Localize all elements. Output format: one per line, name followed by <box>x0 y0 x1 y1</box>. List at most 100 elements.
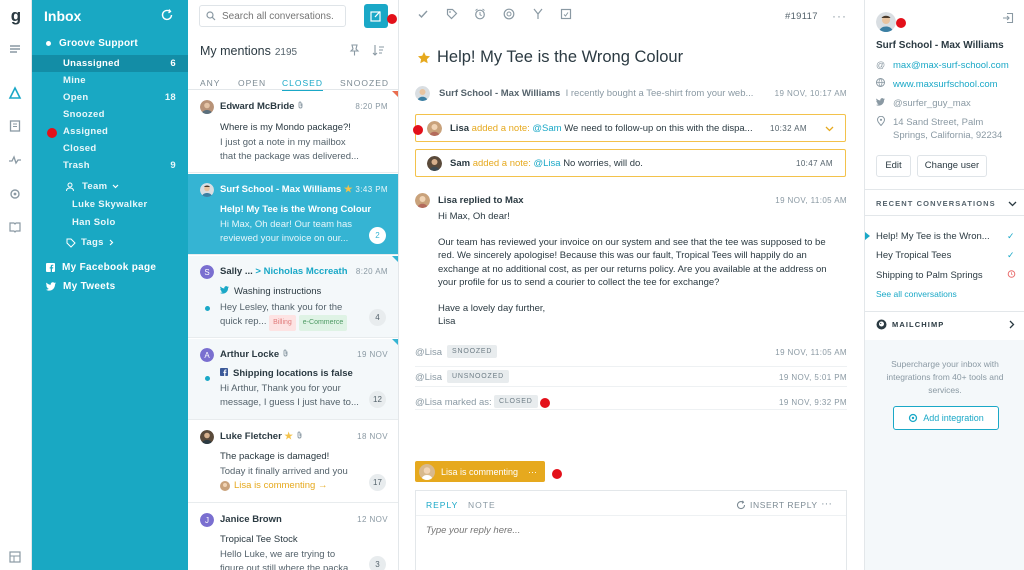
more-options-icon[interactable]: ··· <box>832 9 847 23</box>
sidebar-item-team-member[interactable]: Luke Skywalker <box>72 199 148 210</box>
reply-input[interactable] <box>426 525 826 555</box>
closed-check-icon: ✓ <box>1007 231 1015 241</box>
assign-target-icon[interactable] <box>503 8 517 22</box>
customer-address: 14 Sand Street, Palm Springs, California,… <box>893 117 1003 141</box>
sidebar-item-count: 18 <box>164 92 176 103</box>
avatar <box>876 12 896 32</box>
pin-icon[interactable] <box>349 44 363 58</box>
search-box[interactable] <box>199 5 346 27</box>
sidebar-item-team-member[interactable]: Han Solo <box>72 217 116 228</box>
settings-gear-icon[interactable] <box>8 187 24 203</box>
avatar <box>200 100 214 114</box>
change-user-button[interactable]: Change user <box>917 155 987 177</box>
sidebar-tweets-link[interactable]: My Tweets <box>46 281 116 292</box>
conversation-item[interactable]: Edward McBride 8:20 PM Where is my Mondo… <box>188 91 398 173</box>
customer-twitter-row: @surfer_guy_max <box>876 97 971 110</box>
star-icon: ★ <box>284 431 293 442</box>
conversation-subject: Help! My Tee is the Wrong Colour <box>220 204 372 215</box>
edit-customer-button[interactable]: Edit <box>876 155 911 177</box>
add-integration-label: Add integration <box>923 413 984 423</box>
sidebar-item-snoozed[interactable]: Snoozed <box>32 106 188 123</box>
knowledge-base-icon[interactable] <box>8 119 24 135</box>
groove-logo-icon[interactable]: g <box>7 6 25 26</box>
customer-website[interactable]: www.maxsurfschool.com <box>893 78 998 91</box>
conversation-item[interactable]: A Arthur Locke 19 NOV Shipping locations… <box>188 339 398 420</box>
tab-note[interactable]: NOTE <box>468 500 496 510</box>
conversation-item[interactable]: Luke Fletcher ★ 18 NOV The package is da… <box>188 421 398 503</box>
status-badge: UNSNOOZED <box>447 370 509 383</box>
collapsed-message[interactable]: Surf School - Max Williams I recently bo… <box>415 86 847 102</box>
annotation-marker <box>552 469 562 479</box>
gear-icon <box>909 413 918 423</box>
mailchimp-integration-header[interactable]: MAILCHIMP <box>876 319 944 330</box>
close-ticket-check-icon[interactable] <box>417 8 431 22</box>
note-item[interactable]: Lisa added a note: @Sam We need to follo… <box>415 114 846 142</box>
more-options-icon[interactable]: ··· <box>821 498 832 510</box>
sign-out-icon[interactable] <box>1002 12 1015 25</box>
customer-email[interactable]: max@max-surf-school.com <box>893 59 1009 72</box>
search-input[interactable] <box>222 10 334 22</box>
divider <box>865 215 1024 216</box>
compose-button[interactable] <box>364 4 388 28</box>
menu-icon[interactable] <box>8 42 24 58</box>
recent-conversation-item[interactable]: Help! My Tee is the Wron... <box>876 231 1004 242</box>
tag-ecommerce[interactable]: e-Commerce <box>298 315 348 331</box>
sidebar-team-toggle[interactable]: Team <box>66 181 119 192</box>
conversation-item-selected[interactable]: Surf School - Max Williams ★ 3:43 PM Hel… <box>188 174 398 255</box>
mailbox-group[interactable]: Groove Support <box>46 38 138 49</box>
inbox-nav-icon[interactable] <box>8 86 24 102</box>
tag-icon[interactable] <box>446 8 460 22</box>
tag-billing[interactable]: Billing <box>269 315 296 331</box>
sidebar-item-trash[interactable]: Trash 9 <box>32 157 188 174</box>
reports-icon[interactable] <box>8 153 24 169</box>
conversation-item[interactable]: S Sally ... > Nicholas Mccreath 8:20 AM … <box>188 256 398 338</box>
conversation-item[interactable]: J Janice Brown 12 NOV Tropical Tee Stock… <box>188 504 398 570</box>
annotation-marker <box>47 128 57 138</box>
conversation-subject: Shipping locations is false <box>220 368 353 379</box>
twitter-icon <box>220 286 229 294</box>
integrations-promo: Supercharge your inbox with integrations… <box>865 340 1024 570</box>
tab-snoozed[interactable]: SNOOZED <box>340 78 389 88</box>
apps-grid-icon[interactable] <box>8 550 24 566</box>
email-icon: @ <box>876 60 886 70</box>
avatar <box>427 121 442 136</box>
sidebar-item-count: 6 <box>170 58 176 69</box>
tab-open[interactable]: OPEN <box>238 78 266 88</box>
tab-reply[interactable]: REPLY <box>426 500 458 510</box>
see-all-conversations-link[interactable]: See all conversations <box>876 289 957 299</box>
sidebar-item-unassigned[interactable]: Unassigned 6 <box>32 55 188 72</box>
add-integration-button[interactable]: Add integration <box>893 406 999 430</box>
more-options-icon[interactable]: ··· <box>528 467 537 477</box>
star-icon[interactable] <box>417 51 431 65</box>
tab-any[interactable]: ANY <box>200 78 220 88</box>
docs-book-icon[interactable] <box>8 220 24 236</box>
refresh-icon[interactable] <box>160 8 176 24</box>
annotation-marker <box>896 18 906 28</box>
sidebar-item-mine[interactable]: Mine <box>32 72 188 89</box>
sidebar-item-open[interactable]: Open 18 <box>32 89 188 106</box>
note-item[interactable]: Sam added a note: @Lisa No worries, will… <box>415 149 846 177</box>
tab-closed[interactable]: CLOSED <box>282 78 323 92</box>
insert-reply-button[interactable]: INSERT REPLY <box>736 500 818 510</box>
chevron-down-icon[interactable] <box>1008 198 1017 207</box>
sidebar-facebook-link[interactable]: My Facebook page <box>46 262 156 273</box>
recent-conversation-item[interactable]: Shipping to Palm Springs <box>876 270 1004 281</box>
chevron-down-icon[interactable] <box>825 123 835 133</box>
snooze-clock-icon[interactable] <box>474 8 488 22</box>
svg-text:J: J <box>205 516 209 525</box>
recent-conversation-item[interactable]: Hey Tropical Tees <box>876 250 1004 261</box>
sidebar-item-label: Snoozed <box>63 109 105 120</box>
avatar <box>415 193 430 208</box>
icon-rail: g <box>0 0 32 570</box>
chevron-right-icon[interactable] <box>1009 320 1017 329</box>
reply-header: Lisa replied to Max <box>438 195 524 206</box>
sidebar-item-closed[interactable]: Closed <box>32 140 188 157</box>
avatar: J <box>200 513 214 527</box>
team-icon <box>66 182 74 191</box>
note-icon[interactable] <box>560 8 574 22</box>
sort-icon[interactable] <box>372 44 386 58</box>
conversation-sender: Surf School - Max Williams ★ <box>220 184 353 195</box>
sidebar-tags-toggle[interactable]: Tags <box>66 237 114 248</box>
merge-icon[interactable] <box>532 8 546 22</box>
closed-check-icon: ✓ <box>1007 250 1015 260</box>
